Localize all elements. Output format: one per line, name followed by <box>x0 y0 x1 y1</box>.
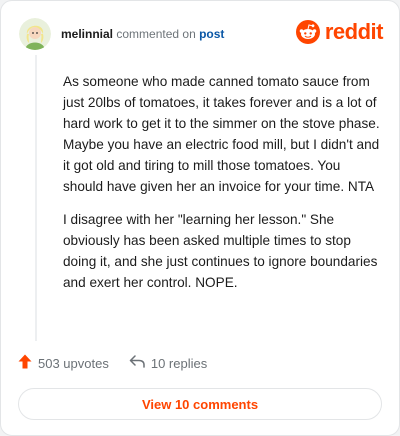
username[interactable]: melinnial <box>61 27 113 41</box>
upvote-arrow-icon[interactable] <box>18 354 32 372</box>
reddit-logo[interactable]: reddit <box>295 19 384 45</box>
reply-count: 10 replies <box>150 355 208 371</box>
thread-line <box>35 55 37 341</box>
reply-arrow-icon <box>129 355 145 371</box>
comment-card: melinnial commented on post reddit As so… <box>0 0 400 436</box>
reddit-alien-icon <box>295 20 320 44</box>
replies-button[interactable]: 10 replies <box>129 355 207 371</box>
comment-paragraph: I disagree with her "learning her lesson… <box>63 212 378 290</box>
post-link[interactable]: post <box>199 27 224 41</box>
reddit-wordmark: reddit <box>324 19 384 44</box>
comment-paragraph: As someone who made canned tomato sauce … <box>63 74 380 194</box>
action-text: commented on <box>116 27 196 41</box>
comment-body: As someone who made canned tomato sauce … <box>63 71 383 305</box>
avatar-illustration <box>19 18 51 50</box>
comment-header: melinnial commented on post <box>19 16 224 52</box>
view-comments-button[interactable]: View 10 comments <box>18 388 382 420</box>
upvote-count: 503 upvotes <box>38 355 109 371</box>
avatar[interactable] <box>19 18 51 50</box>
comment-meta: melinnial commented on post <box>61 26 224 42</box>
comment-footer: 503 upvotes 10 replies <box>18 354 207 372</box>
